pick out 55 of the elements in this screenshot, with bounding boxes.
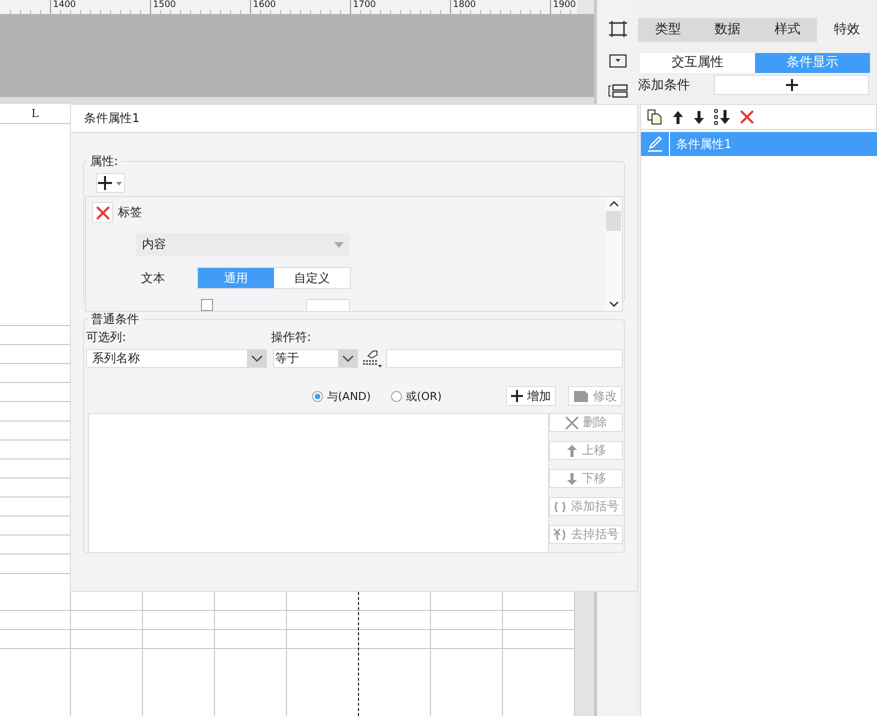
edit-icon	[573, 389, 589, 403]
frame-icon[interactable]	[608, 20, 628, 38]
arrow-up-icon[interactable]	[672, 110, 684, 124]
plus-icon	[786, 79, 798, 91]
operator-select[interactable]: 等于	[273, 349, 358, 368]
caret-icon	[334, 242, 344, 248]
add-button[interactable]: 增加	[506, 386, 556, 406]
delete-icon[interactable]	[740, 110, 754, 124]
tab[interactable]: 类型	[638, 18, 698, 42]
pencil-icon	[647, 136, 663, 152]
tab[interactable]: 数据	[698, 18, 758, 42]
value-input[interactable]	[386, 349, 623, 368]
tab[interactable]: 样式	[758, 18, 818, 42]
column-label: 可选列:	[86, 328, 128, 346]
content-dropdown[interactable]: 内容	[136, 233, 350, 256]
copy-icon[interactable]	[647, 109, 663, 125]
dropdown-icon[interactable]	[608, 54, 626, 68]
arrow-down-icon[interactable]	[693, 110, 705, 124]
operator-label: 操作符:	[271, 328, 312, 346]
text-label: 文本	[141, 270, 166, 286]
chevron-down-icon	[342, 355, 354, 362]
condition-label: 条件属性1	[675, 136, 732, 152]
arrow-down-icon	[566, 472, 578, 486]
radio-indicator[interactable]	[390, 390, 402, 402]
scrollbar-thumb[interactable]	[606, 211, 621, 231]
mode-toggle[interactable]: 自定义	[274, 268, 350, 288]
value-type-icon[interactable]	[361, 350, 383, 368]
chevron-up-icon[interactable]	[608, 201, 618, 207]
bracket-remove-icon	[553, 528, 567, 542]
logic-radio[interactable]: 或(OR)	[390, 388, 442, 404]
brackets-icon	[553, 500, 567, 514]
tab[interactable]: 特效	[817, 18, 877, 42]
close-icon	[565, 416, 579, 430]
arrow-up-icon	[566, 444, 578, 458]
tab[interactable]: 交互属性	[640, 53, 755, 73]
checkbox[interactable]	[201, 299, 213, 311]
add-condition-label: 添加条件	[638, 77, 691, 94]
plus-icon	[511, 390, 523, 402]
chevron-down-icon[interactable]	[608, 301, 618, 307]
dialog-title: 条件属性1	[71, 105, 637, 133]
logic-radio[interactable]: 与(AND)	[312, 388, 371, 404]
add-dropdown-button[interactable]	[96, 173, 125, 193]
section-legend: 属性:	[87, 153, 122, 170]
delete-icon	[96, 206, 110, 220]
property-name: 标签	[118, 204, 142, 221]
scrollbar-track[interactable]	[575, 592, 594, 716]
move-bottom-icon[interactable]	[714, 109, 731, 125]
plus-caret-icon	[98, 176, 124, 190]
scrollbar[interactable]	[605, 197, 622, 311]
remove-button[interactable]	[92, 202, 113, 223]
layout-icon[interactable]	[608, 84, 628, 98]
radio-indicator[interactable]	[312, 390, 323, 402]
section-legend: 普通条件	[88, 311, 142, 328]
chevron-down-icon	[250, 355, 262, 362]
column-select[interactable]: 系列名称	[86, 349, 267, 368]
